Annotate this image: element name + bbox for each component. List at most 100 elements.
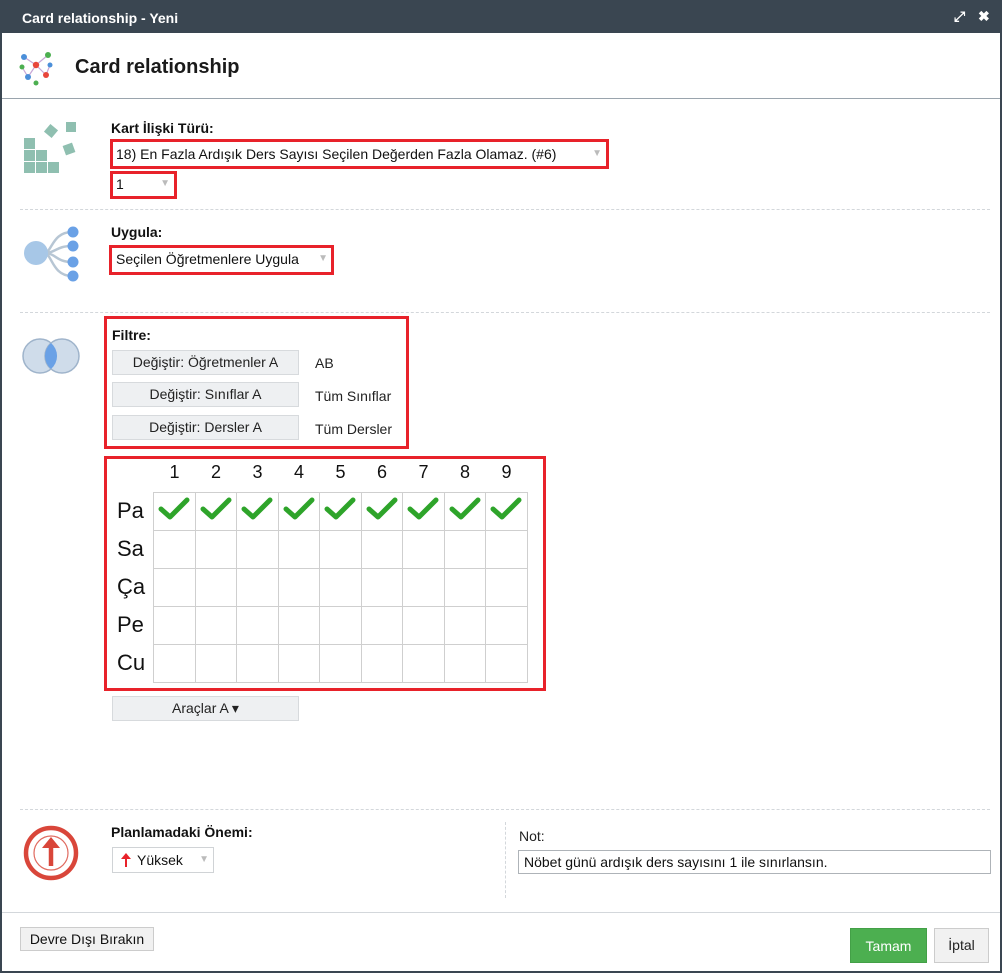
timetable-cell[interactable] (277, 644, 320, 683)
timetable-cell[interactable] (153, 568, 196, 607)
timetable-cell[interactable] (277, 568, 320, 607)
cancel-button[interactable]: İptal (934, 928, 989, 963)
timetable-cell[interactable] (485, 530, 528, 569)
period-header[interactable]: 5 (320, 462, 361, 483)
period-header[interactable]: 2 (196, 462, 237, 483)
timetable-cell[interactable] (485, 568, 528, 607)
timetable-cell[interactable] (153, 606, 196, 645)
timetable-cell[interactable] (277, 606, 320, 645)
dialog-header: Card relationship (2, 33, 1000, 99)
timetable-row (153, 568, 528, 607)
check-icon (283, 497, 315, 520)
timetable-cell[interactable] (194, 644, 237, 683)
day-label[interactable]: Sa (117, 536, 144, 562)
period-header[interactable]: 9 (486, 462, 527, 483)
timetable-cell[interactable] (443, 644, 486, 683)
timetable-cell[interactable] (236, 492, 279, 531)
importance-select[interactable]: Yüksek ▼ (112, 847, 214, 873)
timetable-cell[interactable] (443, 492, 486, 531)
check-icon (407, 497, 439, 520)
timetable-cell[interactable] (402, 644, 445, 683)
check-icon (158, 497, 190, 520)
timetable-cell[interactable] (360, 568, 403, 607)
timetable-cell[interactable] (360, 644, 403, 683)
period-header[interactable]: 8 (445, 462, 486, 483)
note-input[interactable]: Nöbet günü ardışık ders sayısını 1 ile s… (518, 850, 991, 874)
timetable-cell[interactable] (443, 568, 486, 607)
timetable-cell[interactable] (236, 644, 279, 683)
chevron-down-icon: ▼ (199, 854, 209, 865)
timetable-cell[interactable] (194, 568, 237, 607)
venn-filter-icon (22, 338, 80, 374)
timetable-cell[interactable] (236, 568, 279, 607)
timetable-cell[interactable] (443, 606, 486, 645)
importance-up-arrow-icon (23, 825, 79, 881)
ok-button[interactable]: Tamam (850, 928, 927, 963)
highlight-box (110, 171, 177, 199)
disable-button[interactable]: Devre Dışı Bırakın (20, 927, 154, 951)
timetable-cell[interactable] (485, 606, 528, 645)
period-header[interactable]: 4 (279, 462, 320, 483)
timetable-cell[interactable] (319, 606, 362, 645)
check-icon (449, 497, 481, 520)
timetable-cell[interactable] (360, 530, 403, 569)
period-header[interactable]: 3 (237, 462, 278, 483)
classes-filter-value: Tüm Sınıflar (315, 388, 392, 404)
timetable-cell[interactable] (319, 644, 362, 683)
teachers-filter-value: AB (315, 355, 334, 371)
change-teachers-button[interactable]: Değiştir: Öğretmenler A (112, 350, 299, 375)
check-icon (324, 497, 356, 520)
timetable-cell[interactable] (194, 606, 237, 645)
timetable-cell[interactable] (485, 492, 528, 531)
timetable-cell[interactable] (236, 530, 279, 569)
blocks-icon (24, 122, 76, 173)
period-header[interactable]: 7 (403, 462, 444, 483)
timetable-cell[interactable] (485, 644, 528, 683)
change-subjects-button[interactable]: Değiştir: Dersler A (112, 415, 299, 440)
close-icon[interactable]: ✖ (978, 8, 990, 25)
highlight-box (109, 245, 334, 275)
timetable-cell[interactable] (360, 492, 403, 531)
timetable-cell[interactable] (319, 492, 362, 531)
period-header[interactable]: 6 (362, 462, 403, 483)
timetable-cell[interactable] (153, 530, 196, 569)
window-title: Card relationship - Yeni (22, 10, 179, 26)
day-label[interactable]: Ça (117, 574, 145, 600)
section-divider (20, 809, 990, 810)
timetable-cell[interactable] (194, 530, 237, 569)
day-label[interactable]: Cu (117, 650, 145, 676)
timetable-cell[interactable] (402, 568, 445, 607)
importance-value: Yüksek (137, 852, 183, 868)
day-label[interactable]: Pa (117, 498, 144, 524)
timetable-cell[interactable] (194, 492, 237, 531)
footer-divider (2, 912, 1000, 913)
timetable-cell[interactable] (319, 568, 362, 607)
section-divider (20, 209, 990, 210)
timetable-cell[interactable] (277, 530, 320, 569)
period-header[interactable]: 1 (154, 462, 195, 483)
day-label[interactable]: Pe (117, 612, 144, 638)
timetable-cell[interactable] (402, 492, 445, 531)
timetable-cell[interactable] (319, 530, 362, 569)
timetable-row (153, 492, 528, 531)
timetable-grid (153, 492, 528, 683)
timetable-cell[interactable] (443, 530, 486, 569)
timetable-cell[interactable] (277, 492, 320, 531)
title-bar[interactable]: Card relationship - Yeni ⤢ ✖ (2, 2, 1000, 33)
timetable-cell[interactable] (402, 530, 445, 569)
importance-label: Planlamadaki Önemi: (111, 824, 253, 840)
timetable-cell[interactable] (360, 606, 403, 645)
check-icon (490, 497, 522, 520)
change-classes-button[interactable]: Değiştir: Sınıflar A (112, 382, 299, 407)
check-icon (241, 497, 273, 520)
maximize-icon[interactable]: ⤢ (954, 8, 965, 25)
tools-button[interactable]: Araçlar A ▾ (112, 696, 299, 721)
check-icon (200, 497, 232, 520)
check-icon (366, 497, 398, 520)
timetable-cell[interactable] (236, 606, 279, 645)
apply-label: Uygula: (111, 224, 163, 240)
timetable-cell[interactable] (153, 644, 196, 683)
timetable-cell[interactable] (153, 492, 196, 531)
timetable-cell[interactable] (402, 606, 445, 645)
section-divider (20, 312, 990, 313)
